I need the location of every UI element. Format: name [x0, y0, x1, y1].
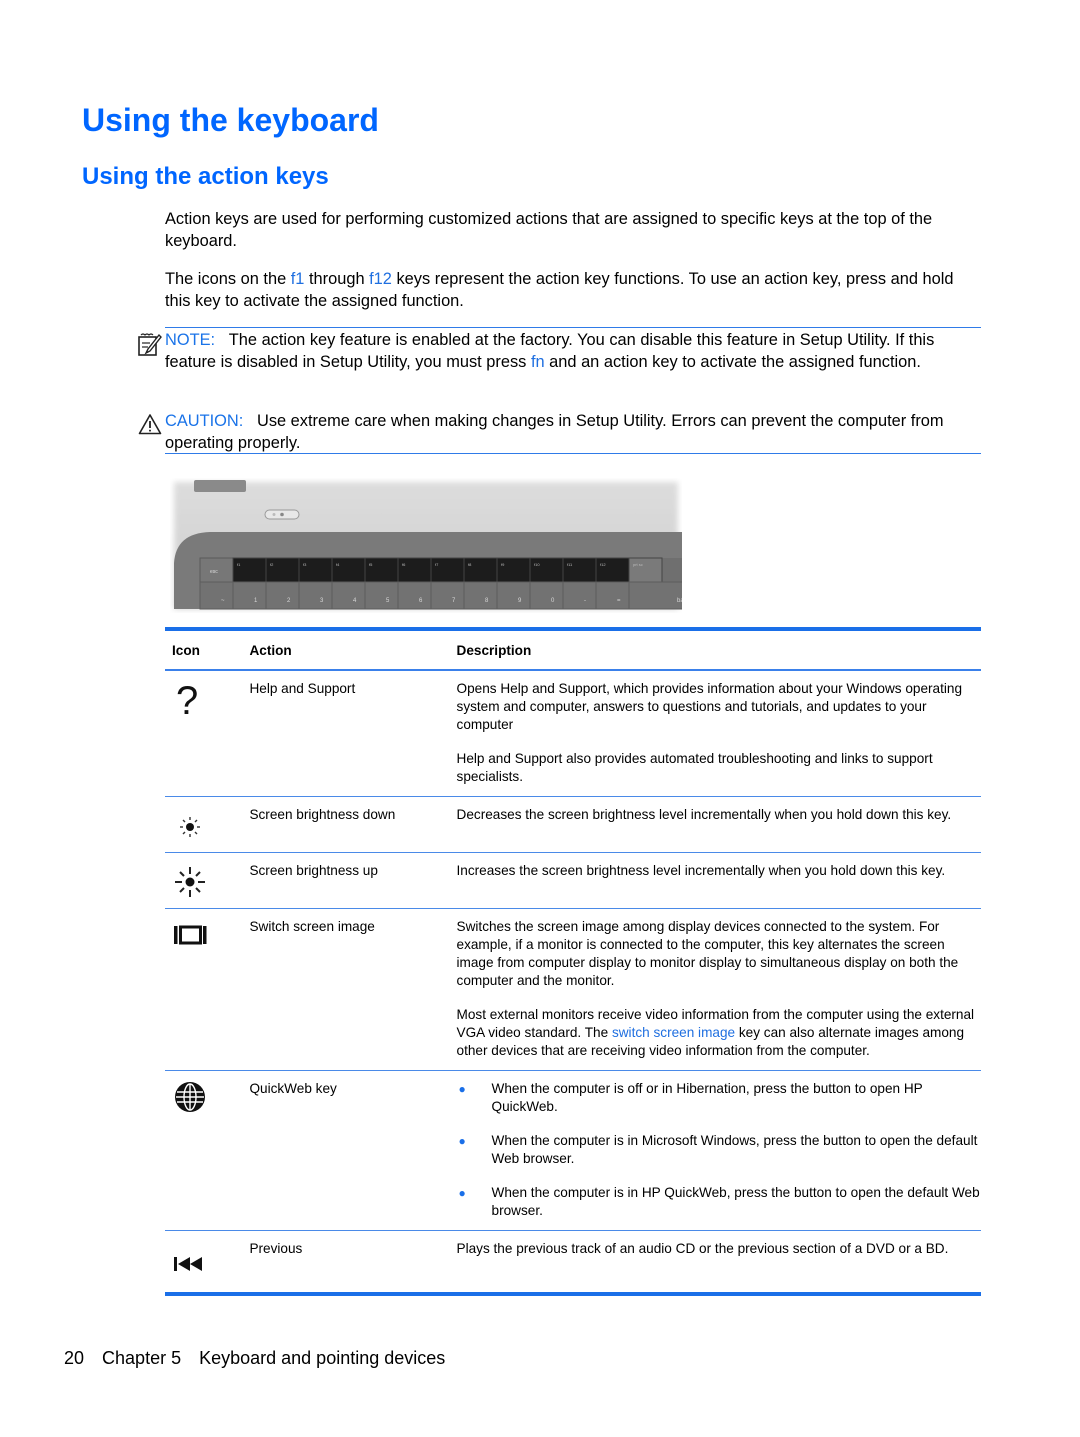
- keyboard-key-label: f12: [600, 562, 606, 567]
- keyboard-key: [199, 581, 234, 610]
- keyboard-top-row: esc: [199, 557, 234, 583]
- table-row: QuickWeb key ● When the computer is off o…: [165, 1070, 981, 1231]
- page-footer: 20 Chapter 5 Keyboard and pointing devices: [64, 1348, 463, 1369]
- description-text: Opens Help and Support, which provides i…: [456, 681, 963, 732]
- bullet-icon: ●: [458, 1134, 466, 1148]
- question-mark-icon: ?: [172, 679, 208, 723]
- header-action: Action: [249, 627, 457, 671]
- keyboard-key-label: ~: [221, 598, 225, 604]
- svg-text:esc: esc: [210, 569, 218, 575]
- keyboard-key: [628, 581, 690, 610]
- intro-paragraph-1: Action keys are used for performing cust…: [165, 210, 933, 250]
- description-text: Switches the screen image among display …: [456, 919, 959, 988]
- switch-screen-icon: [172, 918, 208, 954]
- list-item: ● When the computer is in Microsoft Windo…: [458, 1133, 978, 1166]
- action-cell: Screen brightness up: [249, 852, 457, 909]
- description-text: Increases the screen brightness level in…: [456, 863, 946, 878]
- action-cell: QuickWeb key: [249, 1070, 457, 1231]
- header-icon: Icon: [165, 627, 250, 671]
- description-text: Plays the previous track of an audio CD …: [456, 1241, 949, 1256]
- keyboard-key: [529, 581, 564, 610]
- keyboard-key: [397, 581, 432, 610]
- keyboard-key: [463, 581, 498, 610]
- globe-icon: [172, 1080, 208, 1116]
- table-row: Previous Plays the previous track of an …: [165, 1230, 981, 1296]
- keyboard-key: [562, 581, 597, 610]
- table-row: Screen brightness up Increases the scree…: [165, 852, 981, 909]
- caution-label: CAUTION:: [165, 412, 244, 430]
- chapter-title: Keyboard and pointing devices: [199, 1348, 446, 1368]
- keyboard-key-label: f11: [567, 562, 573, 567]
- keyboard-key-label: backspace: [677, 598, 682, 604]
- intro-paragraph-2: The icons on the f1 through f12 keys rep…: [165, 270, 954, 310]
- keyboard-key: [430, 581, 465, 610]
- page-title: Using the keyboard: [82, 102, 379, 138]
- keyboard-image: esc f1 f2 f3 f4 f5 f6 f7 f8 f9 f10 f11 f12 prt sc ~1…: [170, 478, 706, 613]
- caution-callout: CAUTION: Use extreme care when making ch…: [165, 412, 944, 452]
- previous-track-icon: [172, 1240, 208, 1276]
- table-row: Switch screen image Switches the screen …: [165, 908, 981, 1071]
- description-text: Most external monitors receive video inf…: [456, 1007, 975, 1058]
- keyboard-key: [232, 581, 267, 610]
- keyboard-key-label: -: [584, 598, 586, 604]
- action-cell: Switch screen image: [249, 908, 457, 1071]
- note-pencil-icon: [137, 332, 163, 358]
- action-cell: Previous: [249, 1230, 457, 1296]
- section-title: Using the action keys: [82, 163, 329, 190]
- description-text: Decreases the screen brightness level in…: [456, 807, 952, 822]
- keyboard-key-label: prt sc: [633, 562, 643, 567]
- keyboard-key: [298, 581, 333, 610]
- keyboard-key: [364, 581, 399, 610]
- brightness-down-icon: [172, 806, 208, 842]
- keyboard-key: [331, 581, 366, 610]
- bullet-icon: ●: [458, 1186, 466, 1200]
- page-number: 20: [64, 1348, 85, 1368]
- keyboard-key: [265, 581, 300, 610]
- keyboard-key-label: =: [617, 598, 621, 604]
- svg-text:?: ?: [176, 680, 198, 720]
- chapter-label: Chapter 5: [102, 1348, 182, 1368]
- caution-divider: [165, 453, 981, 454]
- action-cell: Help and Support: [249, 670, 457, 797]
- table-row: ? Help and Support Opens Help and Suppor…: [165, 670, 981, 797]
- brightness-up-icon: [172, 862, 208, 898]
- note-callout: NOTE: The action key feature is enabled …: [165, 327, 981, 373]
- action-keys-table: Icon Action Description ? Help and Suppo…: [165, 627, 981, 1296]
- warning-triangle-icon: [138, 413, 162, 435]
- keyboard-key-label: f10: [534, 562, 540, 567]
- note-label: NOTE:: [165, 331, 216, 349]
- header-description: Description: [456, 627, 981, 671]
- list-item: ● When the computer is off or in Hibernat…: [458, 1081, 923, 1114]
- keyboard-key: [496, 581, 531, 610]
- keyboard-key: [595, 581, 630, 610]
- list-item: ● When the computer is in HP QuickWeb, pr…: [458, 1185, 980, 1218]
- f12-key-link[interactable]: f12: [369, 270, 392, 288]
- description-text: Help and Support also provides automated…: [456, 751, 933, 784]
- table-header-row: Icon Action Description: [165, 627, 981, 671]
- switch-screen-image-link[interactable]: switch screen image: [612, 1025, 735, 1040]
- f1-key-link[interactable]: f1: [291, 270, 305, 288]
- bullet-icon: ●: [458, 1082, 466, 1096]
- table-row: Screen brightness down Decreases the scr…: [165, 796, 981, 853]
- fn-key-link[interactable]: fn: [531, 353, 545, 371]
- action-cell: Screen brightness down: [249, 796, 457, 853]
